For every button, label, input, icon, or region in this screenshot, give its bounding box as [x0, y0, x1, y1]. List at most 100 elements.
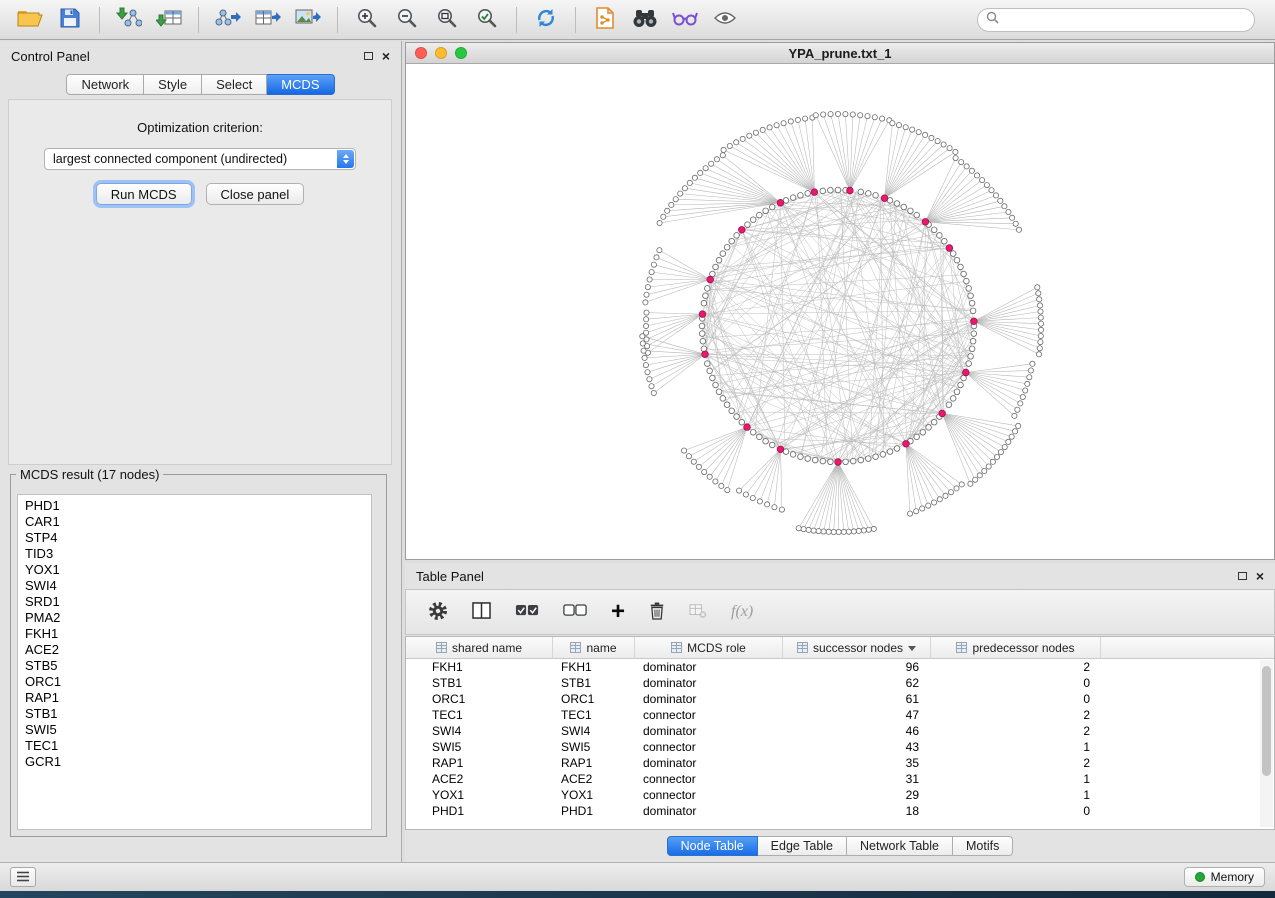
- network-node[interactable]: [644, 310, 649, 315]
- network-node[interactable]: [1037, 346, 1042, 351]
- network-node[interactable]: [966, 361, 972, 367]
- share-document-button[interactable]: [585, 4, 625, 36]
- network-node[interactable]: [707, 474, 712, 479]
- network-node[interactable]: [828, 187, 834, 193]
- network-node[interactable]: [729, 238, 735, 244]
- network-node[interactable]: [968, 354, 974, 360]
- network-node[interactable]: [1002, 204, 1007, 209]
- select-all-columns-button[interactable]: [515, 604, 539, 620]
- network-node[interactable]: [923, 132, 928, 137]
- network-node[interactable]: [896, 123, 901, 128]
- network-node[interactable]: [740, 136, 745, 141]
- network-node[interactable]: [998, 450, 1003, 455]
- mcds-result-item[interactable]: TEC1: [25, 738, 364, 754]
- network-node[interactable]: [657, 220, 662, 225]
- dominator-node[interactable]: [881, 195, 888, 202]
- dominator-node[interactable]: [939, 410, 946, 417]
- network-node[interactable]: [836, 529, 841, 534]
- float-panel-icon[interactable]: [1238, 572, 1247, 580]
- network-node[interactable]: [821, 529, 826, 534]
- network-node[interactable]: [914, 212, 920, 218]
- mcds-result-item[interactable]: SRD1: [25, 594, 364, 610]
- table-row[interactable]: YOX1YOX1connector291: [406, 787, 1274, 803]
- network-node[interactable]: [931, 227, 937, 233]
- network-node[interactable]: [1038, 333, 1043, 338]
- network-node[interactable]: [710, 375, 716, 381]
- network-node[interactable]: [828, 459, 834, 465]
- mcds-result-item[interactable]: TID3: [25, 546, 364, 562]
- column-header-successor-nodes[interactable]: successor nodes: [783, 637, 931, 659]
- network-node[interactable]: [707, 368, 713, 374]
- network-node[interactable]: [643, 300, 648, 305]
- column-header-shared-name[interactable]: shared name: [406, 637, 553, 659]
- dominator-node[interactable]: [922, 219, 929, 226]
- table-row[interactable]: ACE2ACE2connector311: [406, 771, 1274, 787]
- network-node[interactable]: [966, 286, 972, 292]
- network-node[interactable]: [643, 363, 648, 368]
- close-window-button[interactable]: [415, 47, 427, 59]
- dominator-node[interactable]: [835, 459, 842, 466]
- network-node[interactable]: [1023, 388, 1028, 393]
- table-vertical-scrollbar[interactable]: [1260, 660, 1273, 827]
- network-node[interactable]: [691, 459, 696, 464]
- network-node[interactable]: [1012, 429, 1017, 434]
- mcds-result-item[interactable]: PHD1: [25, 498, 364, 514]
- network-node[interactable]: [964, 278, 970, 284]
- network-node[interactable]: [642, 355, 647, 360]
- maximize-window-button[interactable]: [455, 47, 467, 59]
- delete-column-button[interactable]: [649, 602, 665, 623]
- network-node[interactable]: [750, 430, 756, 436]
- network-node[interactable]: [958, 264, 964, 270]
- network-node[interactable]: [1006, 209, 1011, 214]
- tab-edge-table[interactable]: Edge Table: [758, 836, 847, 856]
- network-node[interactable]: [798, 193, 804, 199]
- network-node[interactable]: [649, 270, 654, 275]
- network-node[interactable]: [1016, 423, 1021, 428]
- network-node[interactable]: [1035, 285, 1040, 290]
- network-node[interactable]: [1028, 368, 1033, 373]
- network-node[interactable]: [1012, 413, 1017, 418]
- tab-style[interactable]: Style: [144, 74, 202, 95]
- network-node[interactable]: [866, 456, 872, 462]
- network-node[interactable]: [1037, 303, 1042, 308]
- mcds-result-item[interactable]: RAP1: [25, 690, 364, 706]
- network-node[interactable]: [788, 119, 793, 124]
- network-node[interactable]: [657, 248, 662, 253]
- network-node[interactable]: [774, 123, 779, 128]
- mcds-result-item[interactable]: CAR1: [25, 514, 364, 530]
- network-node[interactable]: [968, 481, 973, 486]
- network-graph[interactable]: [406, 64, 1274, 559]
- network-node[interactable]: [1015, 407, 1020, 412]
- network-node[interactable]: [801, 527, 806, 532]
- network-node[interactable]: [977, 473, 982, 478]
- network-node[interactable]: [643, 323, 648, 328]
- network-node[interactable]: [903, 125, 908, 130]
- dominator-node[interactable]: [963, 369, 970, 376]
- network-node[interactable]: [779, 507, 784, 512]
- network-node[interactable]: [716, 389, 722, 395]
- panel-menu-button[interactable]: [10, 867, 36, 887]
- network-node[interactable]: [757, 499, 762, 504]
- network-node[interactable]: [769, 442, 775, 448]
- network-node[interactable]: [1016, 227, 1021, 232]
- tab-motifs[interactable]: Motifs: [953, 836, 1013, 856]
- network-node[interactable]: [946, 402, 952, 408]
- network-node[interactable]: [645, 370, 650, 375]
- network-node[interactable]: [866, 527, 871, 532]
- network-node[interactable]: [975, 173, 980, 178]
- network-node[interactable]: [831, 529, 836, 534]
- network-node[interactable]: [1038, 309, 1043, 314]
- network-node[interactable]: [713, 264, 719, 270]
- network-node[interactable]: [699, 331, 705, 337]
- table-row[interactable]: RAP1RAP1dominator352: [406, 755, 1274, 771]
- network-node[interactable]: [798, 454, 804, 460]
- network-node[interactable]: [969, 346, 975, 352]
- network-node[interactable]: [931, 419, 937, 425]
- network-node[interactable]: [1027, 375, 1032, 380]
- mcds-result-item[interactable]: STP4: [25, 530, 364, 546]
- dominator-node[interactable]: [744, 424, 751, 431]
- network-node[interactable]: [669, 202, 674, 207]
- network-node[interactable]: [941, 142, 946, 147]
- network-node[interactable]: [811, 528, 816, 533]
- network-node[interactable]: [856, 528, 861, 533]
